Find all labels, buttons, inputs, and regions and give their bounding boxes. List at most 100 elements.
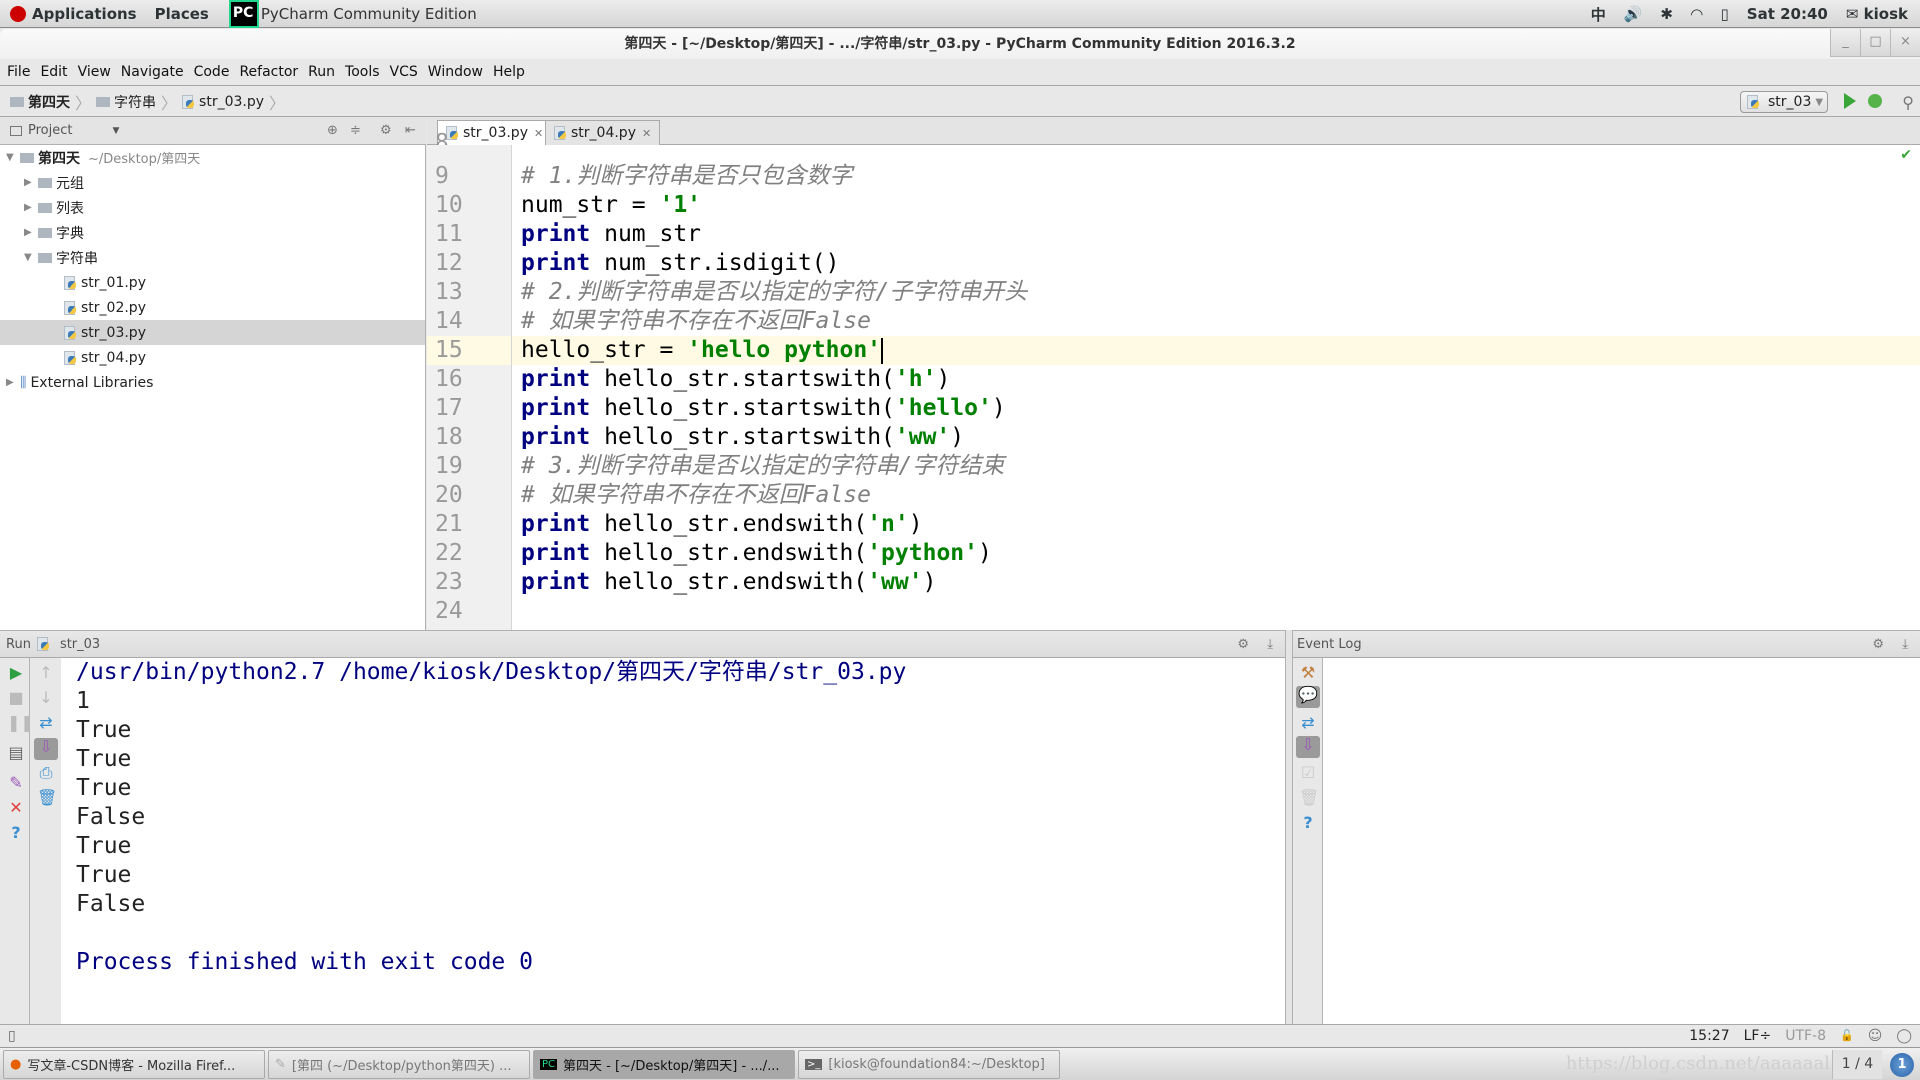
menu-navigate[interactable]: Navigate <box>121 64 184 80</box>
scroll-to-end-icon[interactable]: ⇩ <box>34 738 58 760</box>
gear-icon[interactable]: ⚙ <box>1872 637 1884 652</box>
places-menu[interactable]: Places <box>155 5 209 23</box>
breadcrumb-project[interactable]: 第四天 <box>10 92 70 112</box>
help-icon[interactable]: ? <box>1299 814 1317 832</box>
restore-layout-icon[interactable]: ▤ <box>7 744 25 762</box>
locate-icon[interactable]: ⊕ <box>327 123 338 138</box>
menu-code[interactable]: Code <box>194 64 230 80</box>
down-arrow-icon[interactable]: ↓ <box>37 689 55 707</box>
run-configuration-dropdown[interactable]: str_03 ▼ <box>1740 91 1828 113</box>
tree-external-libraries[interactable]: ▶ ⫼ External Libraries <box>6 370 153 395</box>
pause-icon[interactable]: ❚❚ <box>7 714 34 732</box>
pin-icon[interactable]: ✎ <box>7 774 25 792</box>
input-method-indicator[interactable]: 中 <box>1591 4 1606 25</box>
expand-arrow-icon[interactable]: ▼ <box>24 252 38 263</box>
expand-arrow-icon[interactable]: ▼ <box>6 152 20 163</box>
hide-panel-icon[interactable]: ⤓ <box>1902 637 1908 652</box>
tree-folder[interactable]: ▶ 元组 <box>24 170 84 195</box>
menu-view[interactable]: View <box>78 64 111 80</box>
tree-root[interactable]: ▼ 第四天 ~/Desktop/第四天 <box>6 145 200 170</box>
caret-position[interactable]: 15:27 <box>1689 1028 1729 1044</box>
user-menu[interactable]: ✉ kiosk <box>1846 5 1908 23</box>
task-terminal[interactable]: >_ [kiosk@foundation84:~/Desktop] <box>798 1049 1060 1079</box>
battery-icon[interactable]: ▯ <box>1721 5 1729 23</box>
applications-menu[interactable]: Applications <box>10 5 137 23</box>
soft-wrap-icon[interactable]: ⇄ <box>37 714 55 732</box>
workspace-pager[interactable]: 1 / 4 <box>1832 1050 1882 1079</box>
debug-bug-icon[interactable] <box>1868 94 1882 108</box>
collapse-all-icon[interactable]: ≑ <box>350 123 361 138</box>
chevron-down-icon[interactable]: ▼ <box>112 126 119 136</box>
tree-folder[interactable]: ▶ 字典 <box>24 220 84 245</box>
clock[interactable]: Sat 20:40 <box>1747 5 1828 23</box>
tree-file[interactable]: str_01.py <box>64 270 146 295</box>
breadcrumb-folder[interactable]: 字符串 <box>96 92 156 112</box>
wifi-icon[interactable]: ◠ <box>1691 5 1703 23</box>
minimize-button[interactable]: _ <box>1830 29 1860 57</box>
settings-wrench-icon[interactable]: ⚒ <box>1299 664 1317 682</box>
tree-folder[interactable]: ▶ 列表 <box>24 195 84 220</box>
memory-indicator-icon[interactable]: ◯ <box>1896 1028 1912 1044</box>
print-icon[interactable]: ⎙ <box>37 764 55 782</box>
folder-icon <box>96 96 111 107</box>
project-view-selector[interactable]: Project <box>28 123 72 138</box>
close-tab-icon[interactable]: ✕ <box>642 127 651 140</box>
menu-refactor[interactable]: Refactor <box>239 64 298 80</box>
run-tab[interactable]: str_03 <box>60 637 100 652</box>
run-console-output[interactable]: /usr/bin/python2.7 /home/kiosk/Desktop/第… <box>61 658 1285 1024</box>
expand-arrow-icon[interactable]: ▶ <box>24 227 38 238</box>
stop-icon[interactable]: ■ <box>7 689 25 707</box>
mark-all-read-icon[interactable]: ☑ <box>1299 764 1317 782</box>
hector-inspector-icon[interactable]: ☺ <box>1868 1028 1883 1044</box>
soft-wrap-icon[interactable]: ⇄ <box>1299 714 1317 732</box>
tree-file[interactable]: str_02.py <box>64 295 146 320</box>
expand-arrow-icon[interactable]: ▶ <box>6 377 20 388</box>
trash-icon[interactable]: 🗑 <box>1299 789 1319 807</box>
rerun-icon[interactable]: ▶ <box>7 664 25 682</box>
line-separator[interactable]: LF÷ <box>1744 1028 1772 1044</box>
code-editor[interactable]: ✔ # 1.判断字符串是否只包含数字 num_str = '1' print n… <box>512 145 1920 630</box>
close-tab-icon[interactable]: ✕ <box>534 127 543 140</box>
task-pycharm[interactable]: PC 第四天 - [~/Desktop/第四天] - .../... <box>533 1049 795 1079</box>
expand-arrow-icon[interactable]: ▶ <box>24 202 38 213</box>
menu-tools[interactable]: Tools <box>345 64 380 80</box>
maximize-button[interactable]: □ <box>1860 29 1890 57</box>
search-everywhere-icon[interactable]: ⚲ <box>1902 93 1914 112</box>
scroll-to-end-icon[interactable]: ⇩ <box>1296 736 1320 758</box>
notification-badge[interactable]: 1 <box>1890 1053 1914 1077</box>
active-app-label[interactable]: PyCharm Community Edition <box>261 5 477 23</box>
file-encoding[interactable]: UTF-8 <box>1785 1028 1826 1044</box>
tree-folder[interactable]: ▼ 字符串 <box>24 245 98 270</box>
tree-file-selected[interactable]: str_03.py <box>0 320 425 345</box>
up-arrow-icon[interactable]: ↑ <box>37 664 55 682</box>
expand-arrow-icon[interactable]: ▶ <box>24 177 38 188</box>
toggle-tool-windows-icon[interactable]: ▯ <box>8 1028 16 1044</box>
volume-icon[interactable]: 🔊 <box>1624 5 1643 23</box>
gear-icon[interactable]: ⚙ <box>1237 637 1249 652</box>
menu-help[interactable]: Help <box>493 64 525 80</box>
close-icon[interactable]: ✕ <box>7 799 25 817</box>
task-gedit[interactable]: ✎ [第四 (~/Desktop/python第四天) ... <box>268 1049 530 1079</box>
task-firefox[interactable]: ● 写文章-CSDN博客 - Mozilla Firef... <box>3 1049 265 1079</box>
close-button[interactable]: × <box>1890 29 1920 57</box>
menu-edit[interactable]: Edit <box>40 64 67 80</box>
breadcrumb-file[interactable]: str_03.py <box>182 94 264 110</box>
run-button[interactable] <box>1844 93 1856 109</box>
panel-splitter[interactable] <box>1285 630 1293 1024</box>
hide-panel-icon[interactable]: ⇤ <box>405 123 416 138</box>
menu-file[interactable]: File <box>7 64 30 80</box>
menu-vcs[interactable]: VCS <box>390 64 418 80</box>
tree-file[interactable]: str_04.py <box>64 345 146 370</box>
event-log-content[interactable] <box>1323 658 1920 1024</box>
gear-icon[interactable]: ⚙ <box>380 123 392 138</box>
tab-str-04[interactable]: str_04.py ✕ <box>545 120 661 145</box>
python-file-icon <box>182 94 195 109</box>
trash-icon[interactable]: 🗑 <box>37 789 57 807</box>
menu-window[interactable]: Window <box>428 64 483 80</box>
bluetooth-icon[interactable]: ✱ <box>1660 5 1673 23</box>
show-balloons-icon[interactable]: 💬 <box>1296 686 1320 708</box>
menu-run[interactable]: Run <box>308 64 335 80</box>
hide-panel-icon[interactable]: ⤓ <box>1267 637 1273 652</box>
help-icon[interactable]: ? <box>7 824 25 842</box>
lock-icon[interactable]: 🔓 <box>1840 1029 1854 1042</box>
